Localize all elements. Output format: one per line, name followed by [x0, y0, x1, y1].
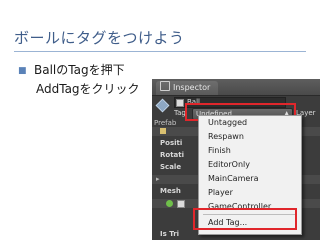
bullet-icon: ■: [18, 66, 27, 76]
is-trigger-label: Is Tri: [160, 230, 180, 238]
mesh-label: Mesh: [160, 187, 181, 195]
active-checkbox[interactable]: [176, 99, 184, 107]
bullet-text: BallのTagを押下: [34, 63, 125, 77]
cube-icon: [155, 98, 170, 113]
menu-item-player[interactable]: Player: [199, 188, 301, 197]
prefab-label: Prefab: [154, 119, 177, 127]
slide-title: ボールにタグをつけよう: [14, 29, 185, 47]
title-rule: [14, 51, 306, 52]
bullet-item: ■ BallのTagを押下: [18, 61, 125, 78]
menu-item-editoronly[interactable]: EditorOnly: [199, 160, 301, 169]
inspector-tabbar: Inspector: [152, 79, 320, 96]
scale-label: Scale: [160, 163, 182, 171]
add-tag-highlight-box: [193, 208, 297, 230]
sphere-collider-icon: [166, 200, 173, 207]
tab-inspector-label: Inspector: [173, 83, 211, 92]
rotation-label: Rotati: [160, 151, 185, 159]
position-label: Positi: [160, 139, 183, 147]
expand-icon: ▸: [156, 175, 160, 183]
menu-item-maincamera[interactable]: MainCamera: [199, 174, 301, 183]
component-checkbox[interactable]: [177, 200, 185, 208]
inspector-icon: [160, 81, 170, 91]
sub-item: AddTagをクリック: [36, 82, 140, 96]
menu-item-respawn[interactable]: Respawn: [199, 132, 301, 141]
menu-item-untagged[interactable]: Untagged: [199, 118, 301, 127]
transform-icon: [160, 128, 166, 134]
menu-item-finish[interactable]: Finish: [199, 146, 301, 155]
tab-inspector[interactable]: Inspector: [156, 81, 219, 95]
